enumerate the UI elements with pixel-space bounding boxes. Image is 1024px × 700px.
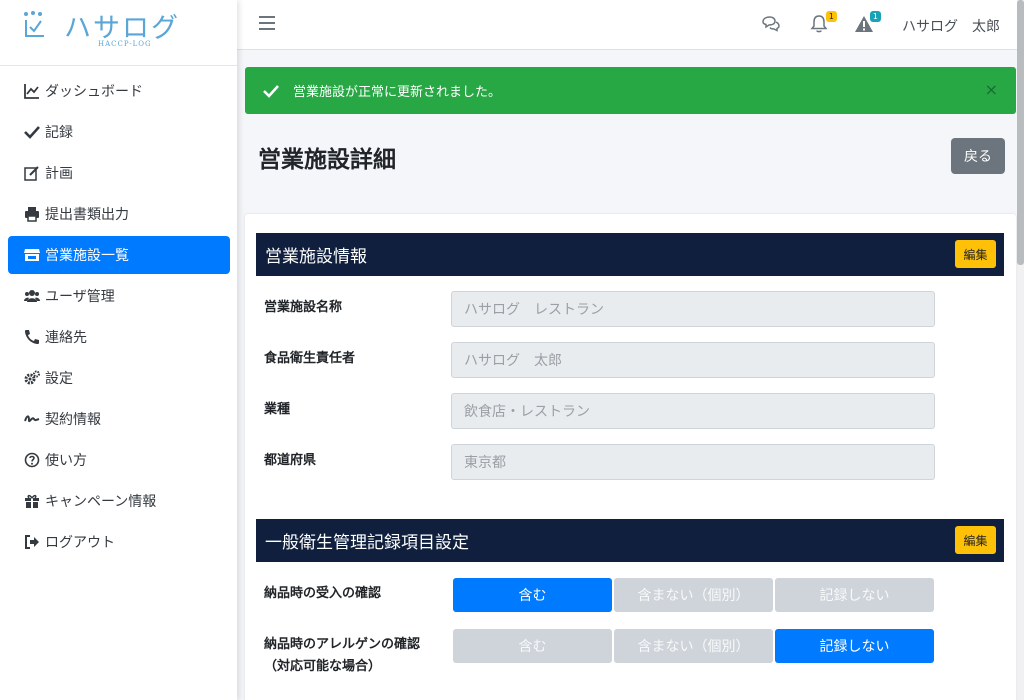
check-icon <box>263 83 279 99</box>
warning-icon[interactable]: 1 <box>854 11 881 36</box>
option-include[interactable]: 含む <box>453 629 612 663</box>
sidebar-item-label: キャンペーン情報 <box>45 494 157 510</box>
store-icon <box>23 246 41 264</box>
warning-count-badge: 1 <box>869 11 881 22</box>
brand[interactable]: ハサログ HACCP-LOG <box>0 0 237 66</box>
sign-out-icon <box>23 533 41 551</box>
field-label: 納品時のアレルゲンの確認 <box>264 637 421 652</box>
sidebar: ハサログ HACCP-LOG ダッシュボード 記録 計画 提出書類出力 営業施設… <box>0 0 237 700</box>
sidebar-item-contacts[interactable]: 連絡先 <box>8 318 230 356</box>
phone-icon <box>23 328 41 346</box>
sidebar-nav: ダッシュボード 記録 計画 提出書類出力 営業施設一覧 ユーザ管理 連絡先 設定… <box>8 72 230 564</box>
sidebar-item-campaign-info[interactable]: キャンペーン情報 <box>8 482 230 520</box>
option-no-record[interactable]: 記録しない <box>775 578 934 612</box>
sidebar-item-settings[interactable]: 設定 <box>8 359 230 397</box>
sidebar-item-document-output[interactable]: 提出書類出力 <box>8 195 230 233</box>
gift-icon <box>23 492 41 510</box>
bell-icon[interactable]: 1 <box>810 11 837 36</box>
sidebar-item-label: 提出書類出力 <box>45 207 129 223</box>
edit-facility-button[interactable]: 編集 <box>955 240 996 268</box>
sidebar-item-label: 記録 <box>45 125 73 141</box>
sidebar-item-label: ユーザ管理 <box>45 289 115 305</box>
option-exclude-individual[interactable]: 含まない（個別） <box>614 578 773 612</box>
sidebar-item-label: ダッシュボード <box>45 84 143 100</box>
haccp-log-logo-icon <box>22 10 50 44</box>
top-navbar: 1 1 ハサログ 太郎 <box>237 0 1017 50</box>
section-title: 一般衛生管理記録項目設定 <box>265 533 469 553</box>
facility-name-field[interactable]: ハサログ レストラン <box>451 291 935 327</box>
field-label: 納品時の受入の確認 <box>264 586 382 601</box>
section-title: 営業施設情報 <box>265 247 367 267</box>
sidebar-item-contract-info[interactable]: 契約情報 <box>8 400 230 438</box>
prefecture-field[interactable]: 東京都 <box>451 444 935 480</box>
chart-line-icon <box>23 82 41 100</box>
chat-icon[interactable] <box>761 14 783 36</box>
scrollbar-thumb[interactable] <box>1017 0 1024 265</box>
field-label-note: （対応可能な場合） <box>264 659 382 674</box>
sidebar-item-label: ログアウト <box>45 535 115 551</box>
sidebar-item-how-to-use[interactable]: 使い方 <box>8 441 230 479</box>
field-label: 営業施設名称 <box>264 300 343 315</box>
page-scrollbar[interactable] <box>1017 0 1024 700</box>
sidebar-item-records[interactable]: 記録 <box>8 113 230 151</box>
field-label: 食品衛生責任者 <box>264 351 356 366</box>
users-icon <box>23 287 41 305</box>
sidebar-item-label: 契約情報 <box>45 412 101 428</box>
close-icon[interactable]: × <box>985 80 998 99</box>
cogs-icon <box>23 369 41 387</box>
option-include[interactable]: 含む <box>453 578 612 612</box>
sidebar-item-plans[interactable]: 計画 <box>8 154 230 192</box>
sidebar-item-facility-list[interactable]: 営業施設一覧 <box>8 236 230 274</box>
sidebar-item-label: 営業施設一覧 <box>45 248 129 264</box>
facility-detail-card: 営業施設情報 編集 営業施設名称 ハサログ レストラン 食品衛生責任者 ハサログ… <box>245 214 1016 700</box>
sidebar-item-user-management[interactable]: ユーザ管理 <box>8 277 230 315</box>
question-circle-icon <box>23 451 41 469</box>
notification-count-badge: 1 <box>825 11 837 22</box>
signature-icon <box>23 410 41 428</box>
sidebar-item-logout[interactable]: ログアウト <box>8 523 230 561</box>
alert-message: 営業施設が正常に更新されました。 <box>293 85 502 100</box>
field-label: 都道府県 <box>264 453 317 468</box>
success-alert: 営業施設が正常に更新されました。 × <box>245 67 1016 114</box>
page-title: 営業施設詳細 <box>258 147 396 173</box>
sidebar-item-label: 連絡先 <box>45 330 87 346</box>
printer-icon <box>23 205 41 223</box>
field-label: 業種 <box>264 402 291 417</box>
sidebar-item-label: 使い方 <box>45 453 87 469</box>
hygiene-settings-header: 一般衛生管理記録項目設定 編集 <box>256 519 1004 562</box>
facility-info-header: 営業施設情報 編集 <box>256 233 1004 276</box>
brand-subtitle: HACCP-LOG <box>98 40 152 48</box>
back-button[interactable]: 戻る <box>951 138 1005 174</box>
sidebar-item-dashboard[interactable]: ダッシュボード <box>8 72 230 110</box>
sidebar-item-label: 設定 <box>45 371 73 387</box>
user-menu[interactable]: ハサログ 太郎 <box>902 16 1000 36</box>
check-icon <box>23 123 41 141</box>
hygiene-manager-field[interactable]: ハサログ 太郎 <box>451 342 935 378</box>
option-exclude-individual[interactable]: 含まない（個別） <box>614 629 773 663</box>
option-no-record[interactable]: 記録しない <box>775 629 934 663</box>
menu-toggle-icon[interactable] <box>259 16 275 32</box>
sidebar-item-label: 計画 <box>45 166 73 182</box>
edit-hygiene-settings-button[interactable]: 編集 <box>955 526 996 554</box>
edit-icon <box>23 164 41 182</box>
industry-field[interactable]: 飲食店・レストラン <box>451 393 935 429</box>
